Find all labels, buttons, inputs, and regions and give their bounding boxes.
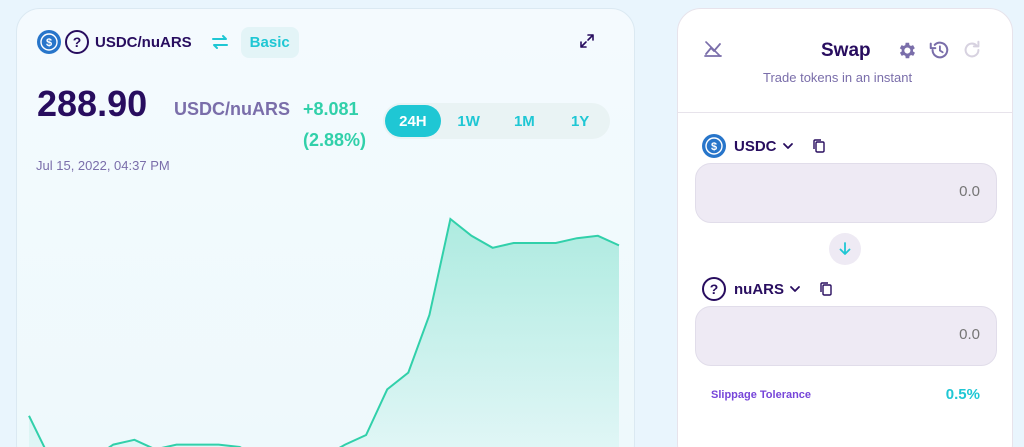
current-price: 288.90 <box>37 83 148 124</box>
to-amount-box <box>695 306 997 366</box>
from-amount-box <box>695 163 997 223</box>
to-token-name: nuARS <box>734 280 784 298</box>
chart-toggle-icon[interactable] <box>703 39 723 59</box>
price-chart-card: $ ? USDC/nuARS Basic 288.90 USDC/nuARS +… <box>16 8 635 447</box>
swap-pair-icon[interactable] <box>209 31 231 53</box>
swap-subtitle: Trade tokens in an instant <box>763 70 913 85</box>
arrow-down-icon <box>839 242 851 255</box>
to-token-selector[interactable]: ? nuARS <box>702 276 834 302</box>
copy-icon[interactable] <box>811 138 827 154</box>
from-token-selector[interactable]: $ USDC <box>702 133 827 159</box>
usdc-token-icon: $ <box>702 134 726 158</box>
chevron-down-icon <box>790 286 800 292</box>
chart-area-fill <box>29 219 619 447</box>
gear-icon[interactable] <box>896 40 917 61</box>
to-amount-input[interactable] <box>780 321 980 347</box>
price-change-percent: (2.88%) <box>303 130 367 150</box>
switch-direction-button[interactable] <box>829 233 861 265</box>
swap-card: Swap Trade tokens in an instant $ USDC 0… <box>677 8 1013 447</box>
from-token-name: USDC <box>734 137 777 155</box>
tab-24h[interactable]: 24H <box>385 105 441 137</box>
price-area-chart <box>28 217 620 447</box>
tab-1w[interactable]: 1W <box>441 105 497 137</box>
svg-text:$: $ <box>46 37 52 49</box>
refresh-icon[interactable] <box>961 39 983 61</box>
price-pair-label: USDC/nuARS <box>174 99 290 119</box>
slippage-value[interactable]: 0.5% <box>946 386 980 403</box>
unknown-token-icon: ? <box>65 30 89 54</box>
from-amount-input[interactable] <box>780 178 980 204</box>
swap-title: Swap <box>821 40 871 61</box>
time-range-tabs: 24H 1W 1M 1Y <box>383 103 610 139</box>
price-timestamp: Jul 15, 2022, 04:37 PM <box>36 158 170 173</box>
copy-icon[interactable] <box>818 281 834 297</box>
basic-view-button[interactable]: Basic <box>240 26 299 58</box>
tab-1m[interactable]: 1M <box>497 105 553 137</box>
svg-text:$: $ <box>711 141 717 153</box>
pair-header: $ ? USDC/nuARS Basic <box>37 26 299 58</box>
price-change-value: +8.081 <box>303 99 359 119</box>
chevron-down-icon <box>782 143 793 149</box>
usdc-token-icon: $ <box>37 30 61 54</box>
slippage-label: Slippage Tolerance <box>711 389 812 401</box>
unknown-token-icon: ? <box>702 277 726 301</box>
expand-icon[interactable] <box>579 33 595 49</box>
pair-label: USDC/nuARS <box>95 33 192 51</box>
swap-header: Swap Trade tokens in an instant <box>678 9 1012 113</box>
tab-1y[interactable]: 1Y <box>552 105 608 137</box>
history-icon[interactable] <box>928 39 950 61</box>
